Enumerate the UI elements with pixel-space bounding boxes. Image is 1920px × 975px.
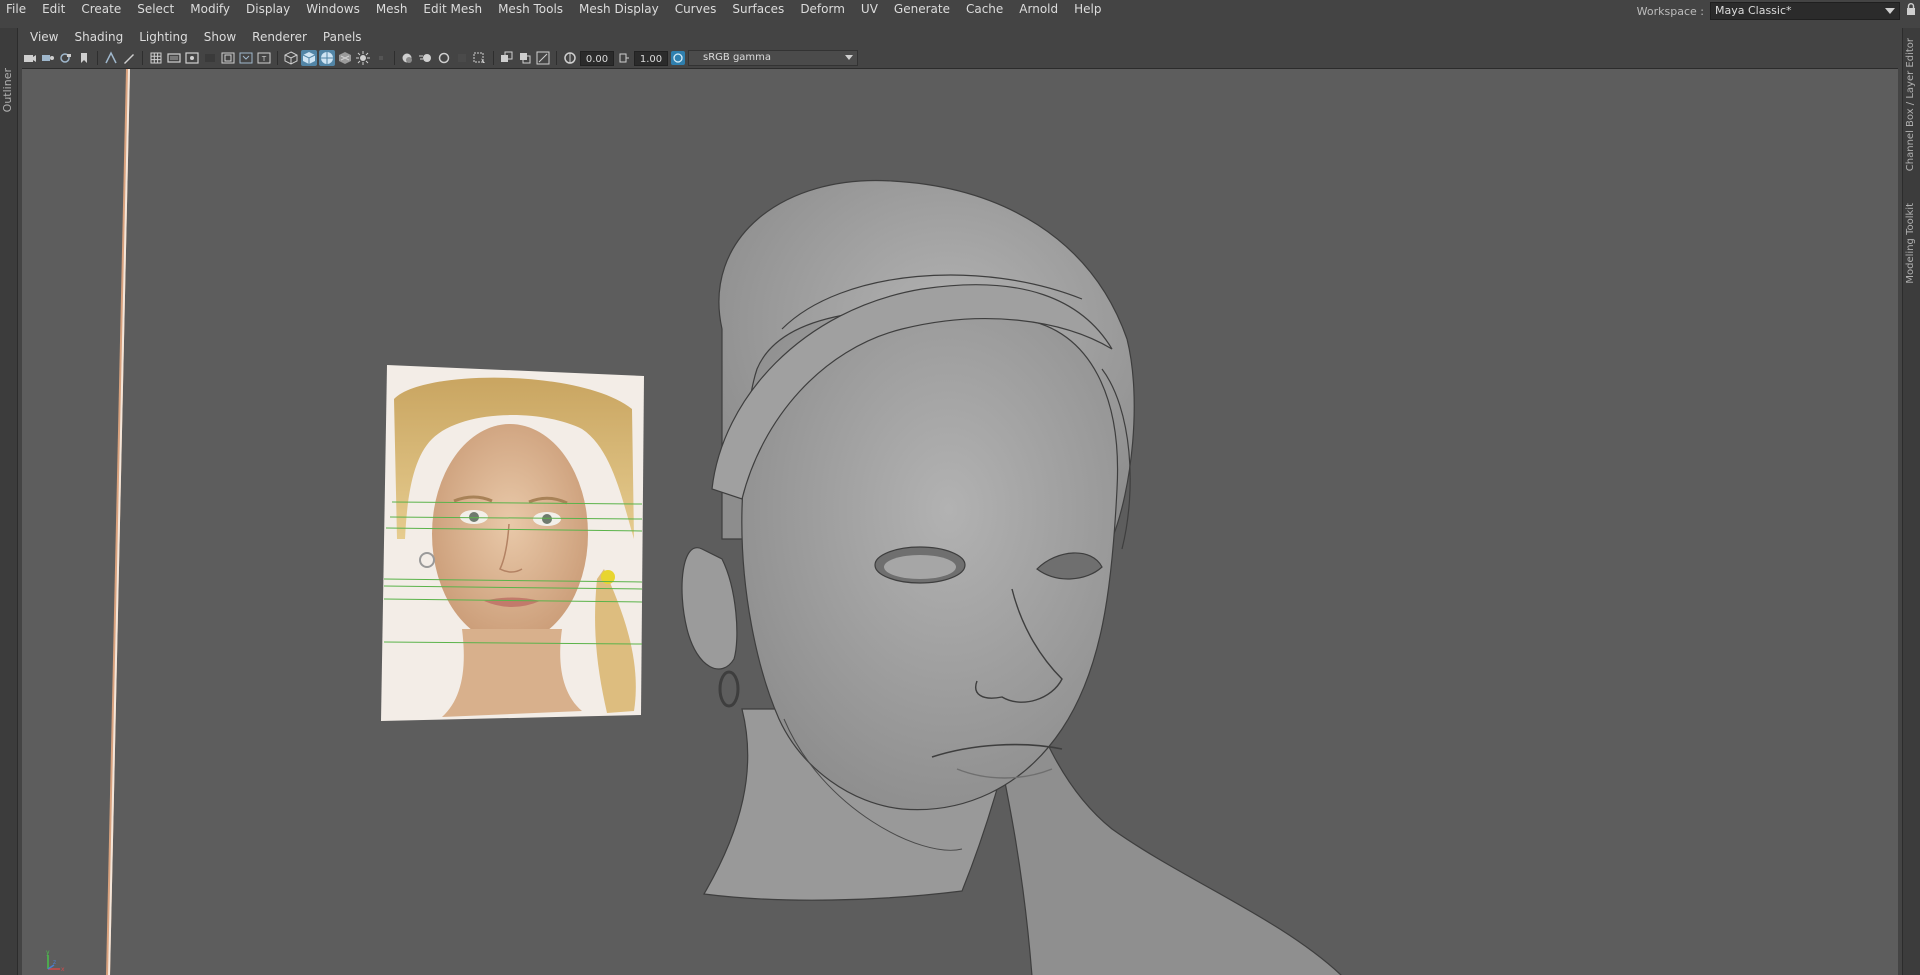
motion-blur-icon[interactable] bbox=[418, 50, 434, 66]
panel-menu-shading[interactable]: Shading bbox=[66, 30, 131, 44]
toolbar-separator bbox=[97, 51, 98, 65]
menu-file[interactable]: File bbox=[0, 0, 34, 18]
viewport-scene bbox=[106, 69, 1342, 975]
workspace-value: Maya Classic* bbox=[1715, 4, 1792, 17]
toolbar-separator bbox=[277, 51, 278, 65]
tab-outliner[interactable]: Outliner bbox=[1, 68, 14, 112]
xray-active-components-icon[interactable] bbox=[517, 50, 533, 66]
grid-icon[interactable] bbox=[148, 50, 164, 66]
panel-menu-view[interactable]: View bbox=[22, 30, 66, 44]
toolbar-separator bbox=[394, 51, 395, 65]
menu-cache[interactable]: Cache bbox=[958, 0, 1011, 18]
menu-display[interactable]: Display bbox=[238, 0, 298, 18]
isolate-select-icon[interactable] bbox=[472, 50, 488, 66]
bookmark-icon[interactable] bbox=[58, 50, 74, 66]
grease-pencil-icon[interactable] bbox=[121, 50, 137, 66]
side-image-plane[interactable] bbox=[106, 69, 130, 975]
menu-help[interactable]: Help bbox=[1066, 0, 1109, 18]
view-transform-dropdown[interactable]: sRGB gamma bbox=[688, 50, 858, 66]
smooth-shade-icon[interactable] bbox=[301, 50, 317, 66]
resolution-gate-icon[interactable] bbox=[184, 50, 200, 66]
wireframe-on-shaded-icon[interactable] bbox=[319, 50, 335, 66]
color-management-icon[interactable] bbox=[670, 50, 686, 66]
3d-viewport[interactable]: y x z bbox=[22, 68, 1898, 975]
head-mesh[interactable] bbox=[681, 179, 1342, 975]
menu-edit-mesh[interactable]: Edit Mesh bbox=[415, 0, 490, 18]
image-plane-icon[interactable] bbox=[76, 50, 92, 66]
main-menubar: File Edit Create Select Modify Display W… bbox=[0, 0, 1920, 20]
gamma-icon[interactable] bbox=[616, 50, 632, 66]
view-transform-value: sRGB gamma bbox=[703, 52, 772, 63]
chevron-down-icon bbox=[1885, 8, 1895, 14]
svg-text:z: z bbox=[53, 959, 56, 966]
camera-attributes-icon[interactable] bbox=[40, 50, 56, 66]
toolbar-separator bbox=[142, 51, 143, 65]
menu-deform[interactable]: Deform bbox=[792, 0, 853, 18]
gamma-field[interactable]: 1.00 bbox=[634, 50, 668, 66]
panel-menubar: View Shading Lighting Show Renderer Pane… bbox=[22, 28, 370, 46]
safe-title-icon[interactable]: T bbox=[256, 50, 272, 66]
panel-menu-show[interactable]: Show bbox=[196, 30, 244, 44]
depth-of-field-icon[interactable] bbox=[454, 50, 470, 66]
front-reference-image[interactable] bbox=[381, 365, 644, 721]
toolbar-separator bbox=[556, 51, 557, 65]
xray-icon[interactable] bbox=[499, 50, 515, 66]
gate-mask-icon[interactable] bbox=[202, 50, 218, 66]
use-all-lights-icon[interactable] bbox=[355, 50, 371, 66]
anti-aliasing-icon[interactable] bbox=[436, 50, 452, 66]
view-axis-icon: y x z bbox=[46, 949, 65, 973]
panel-menu-renderer[interactable]: Renderer bbox=[244, 30, 315, 44]
screen-space-ao-icon[interactable] bbox=[400, 50, 416, 66]
tab-modeling-toolkit[interactable]: Modeling Toolkit bbox=[1905, 203, 1916, 284]
workspace-dropdown[interactable]: Maya Classic* bbox=[1710, 2, 1900, 20]
outliner-strip: Outliner bbox=[0, 28, 18, 975]
viewport-toolbar: T 0.00 1.00 sRGB gamma bbox=[22, 48, 1898, 68]
2d-pan-zoom-icon[interactable] bbox=[103, 50, 119, 66]
menu-uv[interactable]: UV bbox=[853, 0, 886, 18]
chevron-down-icon bbox=[845, 55, 853, 60]
right-dock-strip: Channel Box / Layer Editor Modeling Tool… bbox=[1902, 28, 1920, 975]
menu-modify[interactable]: Modify bbox=[182, 0, 238, 18]
camera-select-icon[interactable] bbox=[22, 50, 38, 66]
toolbar-separator bbox=[493, 51, 494, 65]
menu-mesh-tools[interactable]: Mesh Tools bbox=[490, 0, 571, 18]
svg-text:T: T bbox=[261, 55, 267, 63]
textured-icon[interactable] bbox=[337, 50, 353, 66]
film-gate-icon[interactable] bbox=[166, 50, 182, 66]
workspace-label: Workspace : bbox=[1636, 4, 1704, 18]
menu-create[interactable]: Create bbox=[73, 0, 129, 18]
wireframe-icon[interactable] bbox=[283, 50, 299, 66]
tab-channel-box-layer-editor[interactable]: Channel Box / Layer Editor bbox=[1905, 38, 1916, 171]
menu-curves[interactable]: Curves bbox=[667, 0, 725, 18]
menu-edit[interactable]: Edit bbox=[34, 0, 73, 18]
menu-mesh-display[interactable]: Mesh Display bbox=[571, 0, 667, 18]
menu-arnold[interactable]: Arnold bbox=[1011, 0, 1066, 18]
menu-windows[interactable]: Windows bbox=[298, 0, 368, 18]
menu-generate[interactable]: Generate bbox=[886, 0, 958, 18]
panel-menu-lighting[interactable]: Lighting bbox=[131, 30, 196, 44]
exposure-field[interactable]: 0.00 bbox=[580, 50, 614, 66]
menu-surfaces[interactable]: Surfaces bbox=[724, 0, 792, 18]
menu-mesh[interactable]: Mesh bbox=[368, 0, 416, 18]
shadows-icon[interactable] bbox=[373, 50, 389, 66]
field-chart-icon[interactable] bbox=[220, 50, 236, 66]
svg-text:x: x bbox=[61, 966, 65, 973]
svg-text:y: y bbox=[46, 949, 50, 956]
exposure-icon[interactable] bbox=[562, 50, 578, 66]
lock-icon[interactable] bbox=[1906, 3, 1916, 15]
safe-action-icon[interactable] bbox=[238, 50, 254, 66]
xray-joints-icon[interactable] bbox=[535, 50, 551, 66]
workspace-selector: Workspace : Maya Classic* bbox=[1637, 2, 1900, 20]
menu-select[interactable]: Select bbox=[129, 0, 182, 18]
panel-menu-panels[interactable]: Panels bbox=[315, 30, 370, 44]
